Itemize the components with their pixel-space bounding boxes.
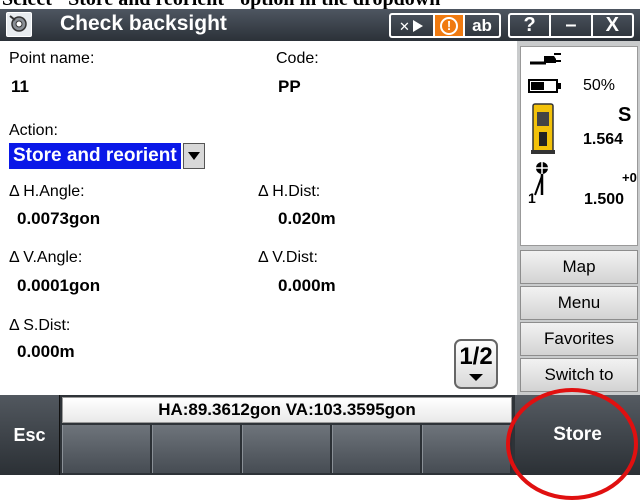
input-mode-button[interactable]: ab [465, 15, 499, 36]
favorites-button[interactable]: Favorites [520, 322, 638, 356]
status-button-group: ✕ ! ab [389, 13, 501, 38]
point-name-value: 11 [11, 77, 29, 96]
alert-icon: ! [440, 16, 458, 35]
action-dropdown[interactable]: Store and reorient [9, 143, 249, 169]
svg-text:✕: ✕ [399, 20, 410, 35]
esc-button[interactable]: Esc [0, 395, 60, 475]
softkey-2[interactable] [152, 425, 242, 473]
v-dist-value: 0.000m [278, 276, 336, 295]
instrument-height: 1.500 [584, 191, 625, 208]
v-angle-label: Δ V.Angle: [9, 249, 83, 266]
h-angle-value: 0.0073gon [17, 209, 101, 228]
angle-readout: HA:89.3612gon VA:103.3595gon [62, 397, 512, 423]
power-plug-icon [530, 53, 561, 65]
instrument-mode: S [618, 104, 632, 126]
map-button[interactable]: Map [520, 250, 638, 284]
connection-button[interactable]: ✕ [391, 15, 435, 36]
total-station-icon [531, 103, 555, 154]
alert-button[interactable]: ! [435, 15, 465, 36]
switch-to-button[interactable]: Switch to [520, 358, 638, 392]
battery-level: 50% [583, 77, 616, 94]
window-controls: ? – X [508, 13, 634, 38]
point-name-label: Point name: [9, 50, 95, 67]
code-label: Code: [276, 50, 319, 67]
connection-icon: ✕ [399, 19, 423, 35]
page-indicator: 1/2 [459, 343, 493, 370]
store-button[interactable]: Store [515, 395, 640, 475]
menu-button[interactable]: Menu [520, 286, 638, 320]
softkey-3[interactable] [242, 425, 332, 473]
close-button[interactable]: X [593, 14, 632, 36]
v-dist-label: Δ V.Dist: [258, 249, 318, 266]
instrument-icon[interactable] [6, 12, 32, 37]
h-dist-label: Δ H.Dist: [258, 183, 321, 200]
v-angle-value: 0.0001gon [17, 276, 101, 295]
softkey-row [62, 425, 512, 473]
minimize-button[interactable]: – [551, 14, 593, 36]
action-selected-value[interactable]: Store and reorient [9, 143, 181, 169]
h-dist-value: 0.020m [278, 209, 336, 228]
action-label: Action: [9, 122, 58, 139]
target-height: 1.564 [583, 131, 624, 148]
page-toggle-button[interactable]: 1/2 [454, 339, 498, 389]
window-title: Check backsight [60, 12, 227, 35]
page-down-icon [469, 374, 483, 381]
softkey-4[interactable] [332, 425, 422, 473]
station-number: 1 [528, 190, 536, 206]
s-dist-label: Δ S.Dist: [9, 317, 71, 334]
softkey-1[interactable] [62, 425, 152, 473]
s-dist-value: 0.000m [17, 342, 75, 361]
dropdown-arrow-icon[interactable] [182, 143, 205, 169]
softkey-5[interactable] [422, 425, 512, 473]
title-bar: Check backsight ✕ ! ab ? – X [0, 9, 640, 41]
battery-icon [528, 79, 561, 93]
h-angle-label: Δ H.Angle: [9, 183, 85, 200]
help-button[interactable]: ? [510, 14, 552, 36]
code-value: PP [278, 77, 301, 96]
station-offset: +0 [622, 170, 637, 185]
